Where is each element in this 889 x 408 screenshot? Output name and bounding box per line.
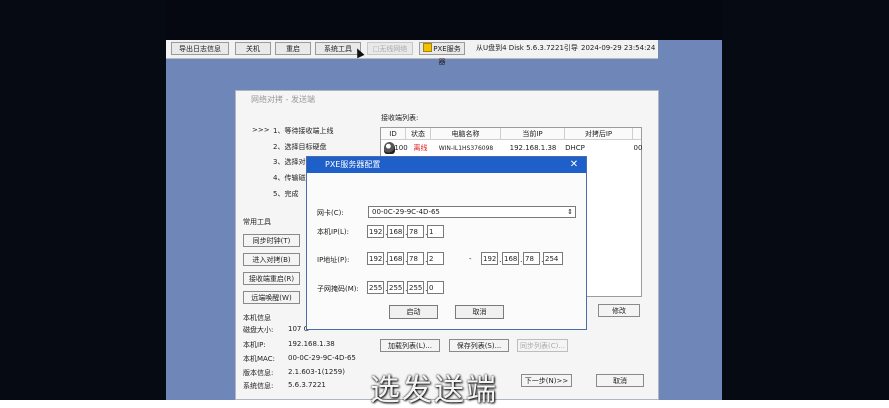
- pxe-icon: [423, 43, 433, 52]
- left-black-bar: [0, 0, 166, 400]
- step-5: 5、完成: [273, 190, 299, 198]
- ip-end-octet-1[interactable]: 192: [481, 252, 498, 265]
- mask-octet-3[interactable]: 255: [407, 281, 424, 294]
- ip-start-octet-3[interactable]: 78: [407, 252, 424, 265]
- mask-octet-4[interactable]: 0: [427, 281, 444, 294]
- right-black-bar: [722, 0, 889, 400]
- subnet-mask-label: 子网掩码(M):: [317, 285, 359, 293]
- close-icon[interactable]: ✕: [568, 157, 580, 173]
- enter-copy-button[interactable]: 进入对拷(B): [243, 253, 300, 266]
- column-header-ip[interactable]: 当前IP: [501, 128, 565, 140]
- local-ip-octet-1[interactable]: 192: [367, 225, 384, 238]
- dialog-title: PXE服务器配置: [325, 160, 381, 169]
- pxe-server-button[interactable]: PXE服务器: [419, 42, 465, 66]
- info-value: 2.1.603-1(1259): [288, 368, 345, 376]
- export-log-button[interactable]: 导出日志信息: [171, 42, 229, 55]
- window-title: 网络对拷 - 发送端: [251, 95, 315, 104]
- next-button[interactable]: 下一步(N)>>: [521, 374, 572, 387]
- column-header-name[interactable]: 电脑名称: [431, 128, 501, 140]
- ip-range-separator: -: [469, 255, 472, 263]
- info-label: 本机MAC:: [243, 355, 275, 363]
- current-step-arrow: >>>: [252, 126, 270, 134]
- pxe-server-dialog: PXE服务器配置 ✕ 网卡(C): 00-0C-29-9C-4D-65 ⇕ 本机…: [306, 156, 587, 330]
- row-new-ip[interactable]: DHCP: [565, 141, 585, 156]
- datetime-text: 2024-09-29 23:54:24: [581, 44, 656, 52]
- info-label: 版本信息:: [243, 369, 274, 377]
- row-extra: 00: [633, 144, 643, 152]
- receiver-restart-button[interactable]: 接收端重启(R): [243, 272, 300, 285]
- disabled-toolbar-button[interactable]: □无线网络: [367, 42, 413, 55]
- column-header-id[interactable]: ID: [381, 128, 406, 140]
- modify-button[interactable]: 修改: [598, 304, 640, 317]
- row-current-ip[interactable]: 192.168.1.38: [501, 141, 565, 156]
- row-status[interactable]: 离线: [408, 141, 433, 156]
- info-value: 192.168.1.38: [288, 340, 335, 348]
- row-computer-name[interactable]: WIN-IL1HS376098: [431, 141, 501, 156]
- info-label: 磁盘大小:: [243, 326, 274, 334]
- column-header-status[interactable]: 状态: [406, 128, 431, 140]
- save-list-button[interactable]: 保存列表(S)...: [449, 339, 509, 352]
- nic-selected-value: 00-0C-29-9C-4D-65: [372, 208, 440, 216]
- ip-range-label: IP地址(P):: [317, 256, 350, 264]
- sync-clock-button[interactable]: 同步时钟(T): [243, 234, 300, 247]
- top-toolbar: 导出日志信息 关机 重启 系统工具 □无线网络 PXE服务器 从U盘到4 Dis…: [166, 40, 658, 66]
- ip-start-octet-1[interactable]: 192: [367, 252, 384, 265]
- column-header-extra: [633, 128, 641, 140]
- sync-list-button[interactable]: 同步列表(C)...: [517, 339, 568, 352]
- dialog-cancel-button[interactable]: 取消: [455, 305, 504, 319]
- dialog-titlebar[interactable]: PXE服务器配置 ✕: [307, 157, 586, 173]
- local-ip-octet-4[interactable]: 1: [427, 225, 444, 238]
- start-button[interactable]: 启动: [389, 305, 438, 319]
- receiver-list-label: 接收端列表:: [381, 114, 419, 122]
- row-id[interactable]: 100: [394, 141, 408, 156]
- remote-wake-button[interactable]: 远端唤醒(W): [243, 291, 300, 304]
- top-black-bar: [166, 0, 722, 40]
- info-value: 00-0C-29-9C-4D-65: [288, 354, 356, 362]
- video-subtitle: 选发送端: [370, 373, 498, 408]
- local-ip-octet-2[interactable]: 168: [387, 225, 404, 238]
- mask-octet-1[interactable]: 255: [367, 281, 384, 294]
- version-text: 从U盘到4 Disk 5.6.3.7221引导: [476, 44, 578, 52]
- local-ip-octet-3[interactable]: 78: [407, 225, 424, 238]
- ip-start-octet-2[interactable]: 168: [387, 252, 404, 265]
- chevron-updown-icon: ⇕: [567, 208, 573, 216]
- nic-select[interactable]: 00-0C-29-9C-4D-65 ⇕: [368, 206, 576, 218]
- mask-octet-2[interactable]: 255: [387, 281, 404, 294]
- shutdown-button[interactable]: 关机: [235, 42, 271, 55]
- info-label: 本机IP:: [243, 341, 266, 349]
- tools-heading: 常用工具: [243, 218, 271, 226]
- step-2: 2、选择目标硬盘: [273, 143, 327, 151]
- load-list-button[interactable]: 加载列表(L)...: [380, 339, 440, 352]
- ip-end-octet-3[interactable]: 78: [523, 252, 540, 265]
- info-value: 5.6.3.7221: [288, 381, 326, 389]
- ip-end-octet-4[interactable]: 254: [543, 252, 563, 265]
- info-label: 系统信息:: [243, 382, 274, 390]
- info-heading: 本机信息: [243, 314, 271, 322]
- restart-button[interactable]: 重启: [275, 42, 311, 55]
- ip-start-octet-4[interactable]: 2: [427, 252, 444, 265]
- ip-end-octet-2[interactable]: 168: [502, 252, 519, 265]
- local-ip-label: 本机IP(L):: [317, 228, 350, 236]
- cancel-button[interactable]: 取消: [596, 374, 644, 387]
- column-header-new-ip[interactable]: 对拷后IP: [565, 128, 633, 140]
- nic-label: 网卡(C):: [317, 209, 344, 217]
- step-1: 1、等待接收端上线: [273, 127, 334, 135]
